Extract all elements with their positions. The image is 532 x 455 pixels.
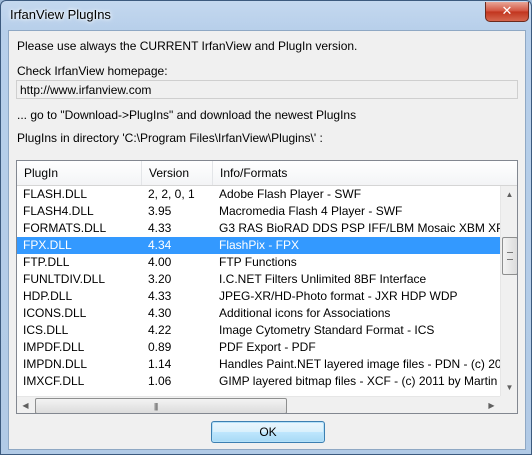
plugin-name-cell: ICONS.DLL (23, 306, 87, 320)
info-cell: I.C.NET Filters Unlimited 8BF Interface (219, 272, 427, 286)
version-cell: 4.34 (148, 238, 172, 252)
plugin-name-cell: IMXCF.DLL (23, 374, 85, 388)
table-row[interactable]: ICS.DLL 4.22 Image Cytometry Standard Form… (17, 322, 500, 339)
plugin-name-cell: FPX.DLL (23, 238, 72, 252)
version-cell: 0.89 (148, 340, 172, 354)
table-row[interactable]: FTP.DLL 4.00 FTP Functions (17, 254, 500, 271)
scroll-left-icon[interactable]: ◀ (17, 397, 34, 413)
version-cell: 3.20 (148, 272, 172, 286)
close-icon: ✕ (501, 3, 513, 18)
table-row[interactable]: FPX.DLL 4.34 FlashPix - FPX (17, 237, 500, 254)
info-cell: PDF Export - PDF (219, 340, 316, 354)
homepage-url-field[interactable]: http://www.irfanview.com (16, 80, 518, 99)
info-cell: Macromedia Flash 4 Player - SWF (219, 204, 403, 218)
vertical-scroll-thumb[interactable] (502, 237, 517, 275)
column-header-info[interactable]: Info/Formats (213, 161, 517, 185)
plugin-name-cell: IMPDF.DLL (23, 340, 85, 354)
plugin-name-cell: FORMATS.DLL (23, 221, 107, 235)
info-cell: Handles Paint.NET layered image files - … (219, 357, 518, 371)
column-header-plugin[interactable]: PlugIn (17, 161, 142, 185)
version-cell: 4.22 (148, 323, 172, 337)
plugin-name-cell: FUNLTDIV.DLL (23, 272, 106, 286)
scroll-down-icon[interactable]: ▼ (501, 379, 517, 396)
table-row[interactable]: HDP.DLL 4.33 JPEG-XR/HD-Photo format - JXR… (17, 288, 500, 305)
scroll-grip-icon: ||| (154, 402, 158, 411)
download-hint-text: ... go to "Download->PlugIns" and downlo… (17, 108, 357, 122)
version-cell: 1.06 (148, 374, 172, 388)
plugin-directory-text: PlugIns in directory 'C:\Program Files\I… (17, 131, 323, 145)
plugin-name-cell: FLASH4.DLL (23, 204, 94, 218)
list-header: PlugIn Version Info/Formats (17, 161, 517, 186)
version-cell: 3.95 (148, 204, 172, 218)
close-button[interactable]: ✕ (485, 2, 529, 22)
scroll-right-icon[interactable]: ▶ (483, 397, 500, 413)
table-row[interactable]: ICONS.DLL 4.30 Additional icons for Associ… (17, 305, 500, 322)
version-cell: 4.30 (148, 306, 172, 320)
plugin-list[interactable]: PlugIn Version Info/Formats FLASH.DLL 2, … (16, 160, 518, 414)
info-cell: FlashPix - FPX (219, 238, 300, 252)
dialog-client-area: Please use always the CURRENT IrfanView … (8, 30, 526, 450)
info-cell: G3 RAS BioRAD DDS PSP IFF/LBM Mosaic XBM… (219, 221, 518, 235)
plugin-name-cell: FTP.DLL (23, 255, 70, 269)
info-cell: FTP Functions (219, 255, 297, 269)
table-row[interactable]: IMXCF.DLL 1.06 GIMP layered bitmap files -… (17, 373, 517, 390)
table-row[interactable]: FUNLTDIV.DLL 3.20 I.C.NET Filters Unlimite… (17, 271, 500, 288)
table-row[interactable]: IMPDF.DLL 0.89 PDF Export - PDF (17, 339, 500, 356)
table-row[interactable]: FLASH4.DLL 3.95 Macromedia Flash 4 Player … (17, 203, 500, 220)
info-cell: Image Cytometry Standard Format - ICS (219, 323, 435, 337)
table-row[interactable]: FLASH.DLL 2, 2, 0, 1 Adobe Flash Player - … (17, 186, 500, 203)
version-cell: 4.00 (148, 255, 172, 269)
horizontal-scroll-thumb[interactable]: ||| (35, 398, 287, 413)
ok-button[interactable]: OK (211, 421, 325, 443)
column-header-version[interactable]: Version (142, 161, 213, 185)
homepage-url-text: http://www.irfanview.com (20, 83, 152, 97)
info-cell: GIMP layered bitmap files - XCF - (c) 20… (219, 374, 518, 388)
plugin-name-cell: IMPDN.DLL (23, 357, 88, 371)
title-bar[interactable]: IrfanView PlugIns ✕ (1, 1, 531, 29)
info-cell: Adobe Flash Player - SWF (219, 187, 362, 201)
plugin-name-cell: ICS.DLL (23, 323, 69, 337)
scrollbar-corner (500, 396, 517, 413)
plugins-dialog-window: IrfanView PlugIns ✕ Please use always th… (0, 0, 532, 455)
intro-text: Please use always the CURRENT IrfanView … (17, 39, 358, 53)
horizontal-scrollbar[interactable]: ◀ ||| ▶ (17, 396, 500, 413)
version-cell: 1.14 (148, 357, 172, 371)
info-cell: JPEG-XR/HD-Photo format - JXR HDP WDP (219, 289, 458, 303)
vertical-scrollbar[interactable]: ▲ ▼ (500, 186, 517, 396)
window-title: IrfanView PlugIns (10, 7, 111, 22)
version-cell: 4.33 (148, 289, 172, 303)
info-cell: Additional icons for Associations (219, 306, 391, 320)
homepage-label: Check IrfanView homepage: (17, 64, 168, 78)
plugin-name-cell: FLASH.DLL (23, 187, 88, 201)
scroll-up-icon[interactable]: ▲ (501, 186, 517, 203)
list-rows: FLASH.DLL 2, 2, 0, 1 Adobe Flash Player - … (17, 186, 517, 390)
table-row[interactable]: IMPDN.DLL 1.14 Handles Paint.NET layered i… (17, 356, 517, 373)
table-row[interactable]: FORMATS.DLL 4.33 G3 RAS BioRAD DDS PSP IFF… (17, 220, 517, 237)
version-cell: 4.33 (148, 221, 172, 235)
version-cell: 2, 2, 0, 1 (148, 187, 195, 201)
plugin-name-cell: HDP.DLL (23, 289, 73, 303)
